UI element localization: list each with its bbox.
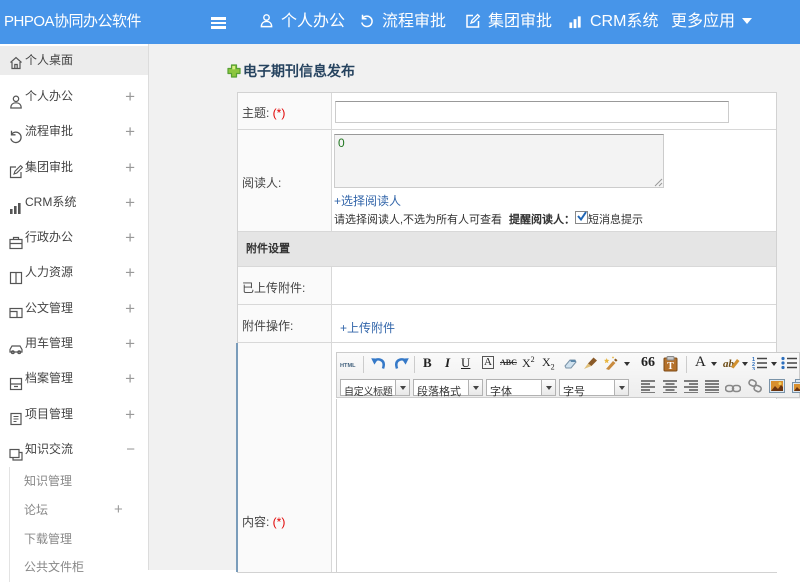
svg-text:T: T <box>667 361 674 372</box>
svg-text:ab: ab <box>723 358 735 370</box>
svg-text:3: 3 <box>752 367 755 370</box>
